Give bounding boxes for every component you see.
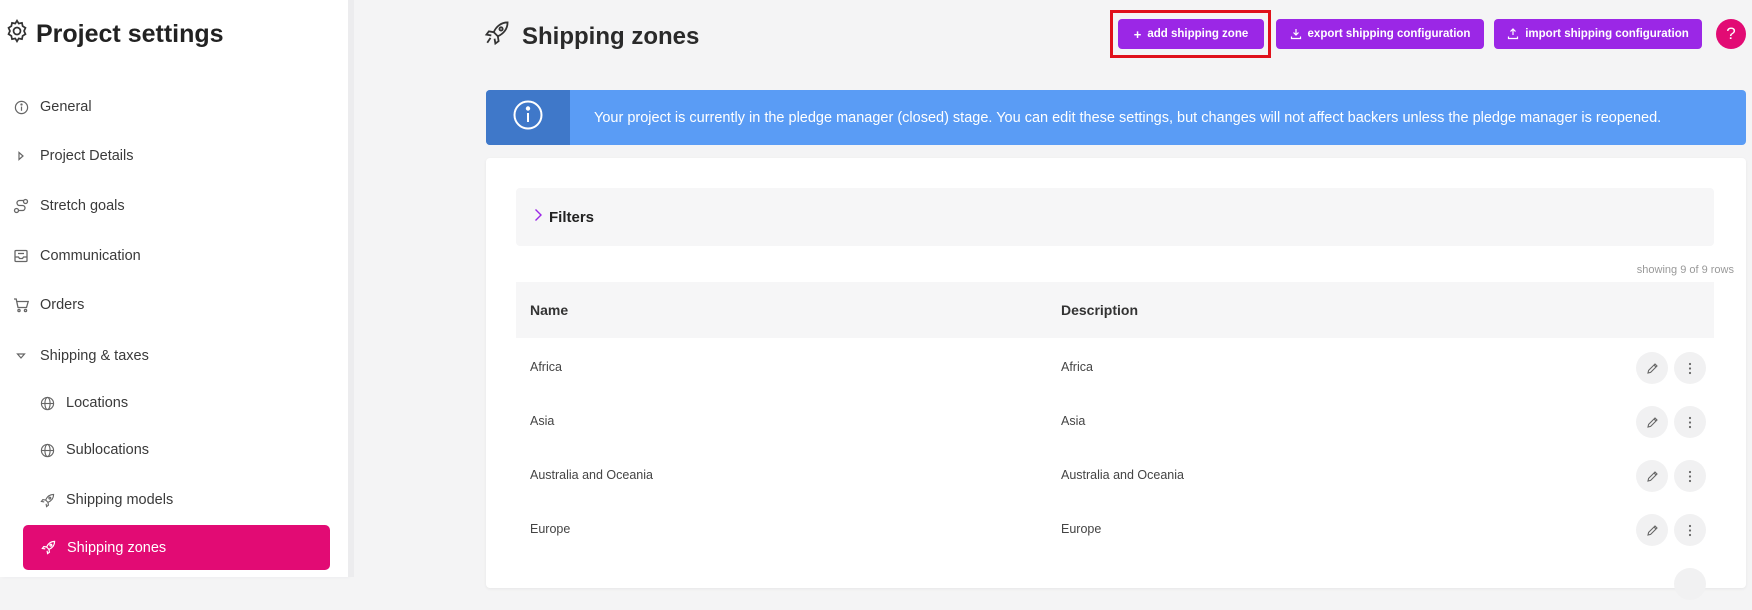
table-row: Africa Africa xyxy=(516,340,1714,394)
info-icon xyxy=(512,99,544,136)
export-shipping-configuration-button[interactable]: export shipping configuration xyxy=(1276,19,1484,49)
info-icon xyxy=(12,98,30,116)
edit-button[interactable] xyxy=(1636,406,1668,438)
more-options-button[interactable] xyxy=(1674,406,1706,438)
shipping-zones-card: Filters showing 9 of 9 rows Name Descrip… xyxy=(486,158,1746,600)
add-shipping-zone-button[interactable]: + add shipping zone xyxy=(1118,19,1264,49)
table-row: Europe Europe xyxy=(516,502,1714,556)
more-vertical-icon xyxy=(1688,470,1692,482)
edit-button[interactable] xyxy=(1636,460,1668,492)
row-description: Asia xyxy=(1061,414,1086,428)
table-row: Australia and Oceania Australia and Ocea… xyxy=(516,448,1714,502)
sidebar-item-locations[interactable]: Locations xyxy=(38,392,128,414)
more-vertical-icon xyxy=(1688,362,1692,374)
sidebar-item-general[interactable]: General xyxy=(12,96,92,118)
row-name: Asia xyxy=(530,414,555,428)
rocket-icon xyxy=(38,491,56,509)
filters-label: Filters xyxy=(549,208,595,226)
sidebar-item-shipping-taxes[interactable]: Shipping & taxes xyxy=(12,345,149,367)
row-description: Africa xyxy=(1061,360,1093,374)
row-description: Australia and Oceania xyxy=(1061,468,1184,482)
table-row-partial xyxy=(516,556,1714,610)
edit-button[interactable] xyxy=(1636,514,1668,546)
pencil-icon xyxy=(1646,416,1658,428)
route-icon xyxy=(12,197,30,215)
more-vertical-icon xyxy=(1688,524,1692,536)
inbox-icon xyxy=(12,247,30,265)
cart-icon xyxy=(12,296,30,314)
pencil-icon xyxy=(1646,470,1658,482)
row-name: Australia and Oceania xyxy=(530,468,653,482)
more-options-button[interactable] xyxy=(1674,352,1706,384)
sidebar: Project settings General Project Details… xyxy=(0,0,348,577)
row-count: showing 9 of 9 rows xyxy=(1636,264,1734,276)
more-options-button[interactable] xyxy=(1674,514,1706,546)
upload-icon xyxy=(1507,28,1519,40)
sidebar-item-project-details[interactable]: Project Details xyxy=(12,145,133,167)
column-header-description: Description xyxy=(1061,302,1139,318)
banner-icon-area xyxy=(486,90,570,145)
more-options-button[interactable] xyxy=(1674,568,1706,600)
download-icon xyxy=(1290,28,1302,40)
stage-banner: Your project is currently in the pledge … xyxy=(486,90,1746,145)
page-title: Shipping zones xyxy=(484,20,699,53)
sidebar-title: Project settings xyxy=(4,18,224,51)
rocket-icon xyxy=(484,20,510,53)
help-button[interactable]: ? xyxy=(1716,19,1746,49)
sidebar-item-shipping-models[interactable]: Shipping models xyxy=(38,489,173,511)
sidebar-item-stretch-goals[interactable]: Stretch goals xyxy=(12,195,125,217)
pencil-icon xyxy=(1646,362,1658,374)
table-header: Name Description xyxy=(516,282,1714,338)
help-icon: ? xyxy=(1726,24,1736,43)
more-options-button[interactable] xyxy=(1674,460,1706,492)
import-shipping-configuration-button[interactable]: import shipping configuration xyxy=(1494,19,1702,49)
edit-button[interactable] xyxy=(1636,352,1668,384)
sidebar-divider xyxy=(348,0,354,577)
plus-icon: + xyxy=(1133,26,1142,42)
table-row: Asia Asia xyxy=(516,394,1714,448)
column-header-name: Name xyxy=(530,302,569,318)
sidebar-item-sublocations[interactable]: Sublocations xyxy=(38,439,149,461)
sidebar-item-shipping-zones[interactable]: Shipping zones xyxy=(23,525,330,570)
sidebar-item-orders[interactable]: Orders xyxy=(12,294,84,316)
sidebar-item-communication[interactable]: Communication xyxy=(12,245,141,267)
globe-icon xyxy=(38,394,56,412)
rocket-icon xyxy=(39,539,57,557)
globe-icon xyxy=(38,441,56,459)
filters-toggle[interactable]: Filters xyxy=(516,188,1714,246)
pencil-icon xyxy=(1646,524,1658,536)
gear-icon xyxy=(4,18,30,51)
row-name: Europe xyxy=(530,522,571,536)
chevron-right-icon xyxy=(12,147,30,165)
chevron-down-icon xyxy=(12,347,30,365)
row-name: Africa xyxy=(530,360,562,374)
row-description: Europe xyxy=(1061,522,1102,536)
banner-text: Your project is currently in the pledge … xyxy=(594,109,1662,126)
more-vertical-icon xyxy=(1688,416,1692,428)
chevron-right-icon xyxy=(534,208,543,227)
